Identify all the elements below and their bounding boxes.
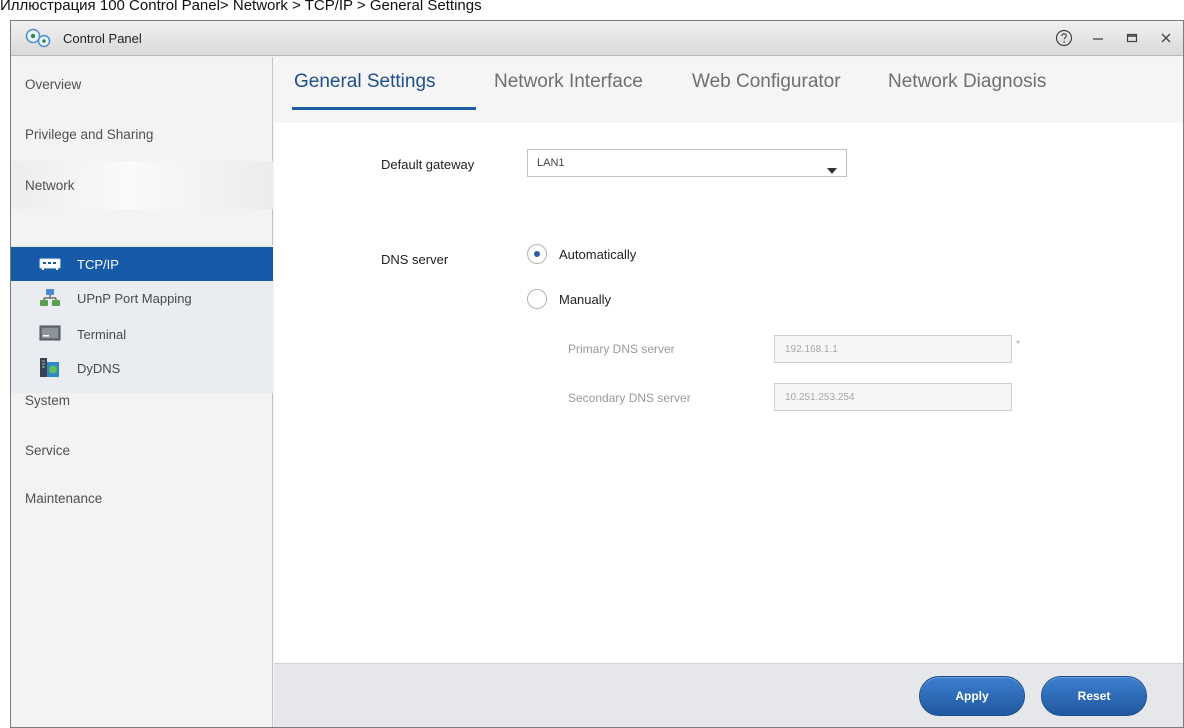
sidebar-item-label: Maintenance <box>25 490 103 506</box>
sidebar-item-label: Overview <box>25 76 82 92</box>
action-footer: Apply Reset <box>274 663 1183 727</box>
close-icon <box>1159 31 1173 45</box>
sidebar-item-overview[interactable]: Overview <box>11 61 273 107</box>
dns-manual-label: Manually <box>559 291 612 307</box>
default-gateway-label: Default gateway <box>381 157 475 172</box>
active-tab-indicator <box>292 107 476 110</box>
dns-automatic-label: Automatically <box>559 246 637 262</box>
dns-manual-radio[interactable] <box>527 289 547 309</box>
sidebar-item-upnp-port-mapping[interactable]: UPnP Port Mapping <box>11 281 273 315</box>
document-caption: Иллюстрация 100 Control Panel> Network >… <box>0 0 482 14</box>
help-button[interactable] <box>1047 25 1081 51</box>
sidebar-item-label: Network <box>25 177 75 193</box>
title-bar: Control Panel <box>11 21 1183 56</box>
reset-button[interactable]: Reset <box>1041 676 1147 716</box>
apply-button[interactable]: Apply <box>919 676 1025 716</box>
tab-bar: General Settings Network Interface Web C… <box>274 57 1183 123</box>
sidebar-item-service[interactable]: Service <box>11 427 273 473</box>
upnp-icon <box>39 288 61 308</box>
minimize-icon <box>1091 31 1105 45</box>
default-gateway-value: LAN1 <box>537 157 565 169</box>
sidebar-item-maintenance[interactable]: Maintenance <box>11 475 273 521</box>
tcpip-icon <box>39 254 61 274</box>
sidebar-item-network[interactable]: Network <box>11 161 273 209</box>
default-gateway-select[interactable]: LAN1 <box>527 149 847 177</box>
sidebar-item-label: TCP/IP <box>77 256 119 272</box>
secondary-dns-input[interactable] <box>774 383 1012 411</box>
primary-dns-input[interactable] <box>774 335 1012 363</box>
sidebar-item-tcpip[interactable]: TCP/IP <box>11 247 273 281</box>
control-panel-window: Control Panel Overview Privilege and Sha… <box>10 20 1184 728</box>
window-title: Control Panel <box>63 31 142 46</box>
tab-web-configurator[interactable]: Web Configurator <box>692 71 841 105</box>
dns-manual-option[interactable]: Manually <box>527 287 611 311</box>
help-icon <box>1055 29 1073 47</box>
sidebar-item-label: DyDNS <box>77 360 121 376</box>
main-content: General Settings Network Interface Web C… <box>274 57 1183 727</box>
network-subnav: TCP/IP UPnP Port Mapping Terminal DyDNS <box>11 245 273 393</box>
maximize-icon <box>1125 31 1139 45</box>
dydns-icon <box>39 358 61 378</box>
sidebar: Overview Privilege and Sharing Network T… <box>11 57 273 727</box>
sidebar-item-label: Terminal <box>77 326 127 342</box>
sidebar-item-system[interactable]: System <box>11 377 273 423</box>
close-button[interactable] <box>1149 25 1183 51</box>
sidebar-item-privilege-and-sharing[interactable]: Privilege and Sharing <box>11 111 273 157</box>
sidebar-item-label: UPnP Port Mapping <box>77 290 192 306</box>
sidebar-item-label: System <box>25 392 71 408</box>
sidebar-item-terminal[interactable]: Terminal <box>11 317 273 351</box>
control-panel-icon <box>25 28 51 48</box>
primary-dns-label: Primary DNS server <box>568 342 675 356</box>
dns-automatic-radio[interactable] <box>527 244 547 264</box>
dns-automatic-option[interactable]: Automatically <box>527 242 636 266</box>
tab-network-interface[interactable]: Network Interface <box>494 71 643 105</box>
sidebar-item-label: Service <box>25 442 71 458</box>
minimize-button[interactable] <box>1081 25 1115 51</box>
sidebar-item-label: Privilege and Sharing <box>25 126 154 142</box>
terminal-icon <box>39 324 61 344</box>
maximize-button[interactable] <box>1115 25 1149 51</box>
tab-general-settings[interactable]: General Settings <box>294 71 436 105</box>
chevron-down-icon <box>827 161 837 179</box>
window-controls <box>1047 25 1183 51</box>
required-mark: * <box>1016 339 1020 350</box>
secondary-dns-label: Secondary DNS server <box>568 391 691 405</box>
tab-network-diagnosis[interactable]: Network Diagnosis <box>888 71 1046 105</box>
dns-server-label: DNS server <box>381 252 449 267</box>
